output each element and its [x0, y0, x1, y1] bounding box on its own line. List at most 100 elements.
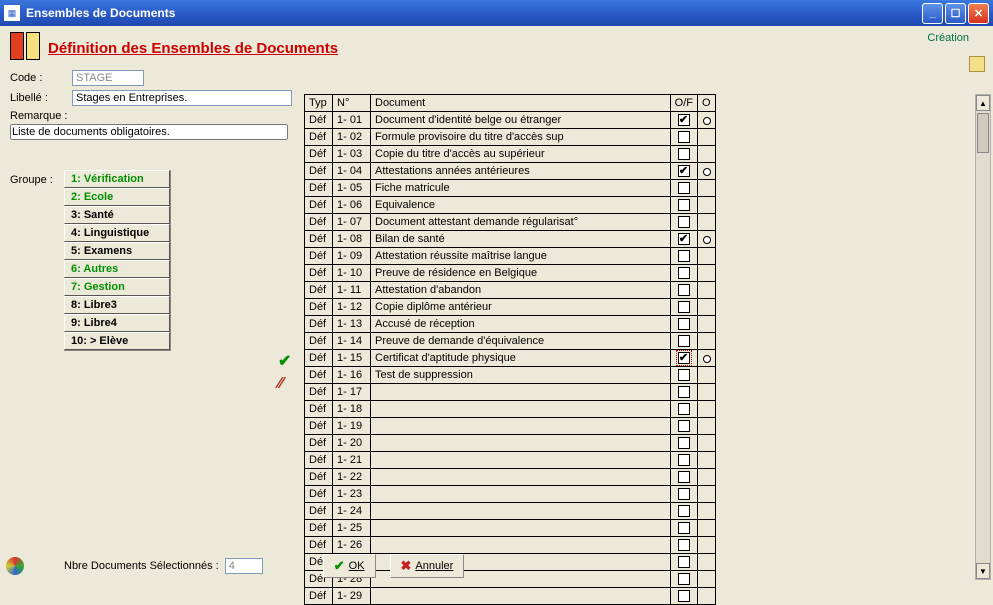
cell-of[interactable]	[670, 282, 697, 299]
checkbox-of[interactable]	[678, 522, 690, 534]
groupe-item[interactable]: 1: Vérification	[64, 170, 170, 188]
groupe-item[interactable]: 3: Santé	[64, 206, 170, 224]
table-row[interactable]: Déf1- 19	[305, 418, 716, 435]
cell-o[interactable]	[698, 452, 716, 469]
annuler-button[interactable]: ✖ Annuler	[390, 554, 465, 578]
table-row[interactable]: Déf1- 29	[305, 588, 716, 605]
cell-of[interactable]	[670, 350, 697, 367]
cell-of[interactable]	[670, 401, 697, 418]
cell-o[interactable]	[698, 537, 716, 554]
table-row[interactable]: Déf1- 18	[305, 401, 716, 418]
cell-o[interactable]	[698, 282, 716, 299]
checkbox-of[interactable]	[678, 250, 690, 262]
cell-of[interactable]	[670, 452, 697, 469]
checkbox-of[interactable]	[678, 114, 690, 126]
table-row[interactable]: Déf1- 22	[305, 469, 716, 486]
table-row[interactable]: Déf1- 02Formule provisoire du titre d'ac…	[305, 129, 716, 146]
groupe-item[interactable]: 10: > Elève	[64, 332, 170, 350]
checkbox-of[interactable]	[678, 335, 690, 347]
vertical-scrollbar[interactable]: ▲ ▼	[975, 94, 991, 580]
cell-o[interactable]	[698, 129, 716, 146]
table-row[interactable]: Déf1- 06Equivalence	[305, 197, 716, 214]
table-row[interactable]: Déf1- 21	[305, 452, 716, 469]
minimize-button[interactable]: _	[922, 3, 943, 24]
check-icon[interactable]: ✔	[278, 351, 298, 367]
table-row[interactable]: Déf1- 04Attestations années antérieures	[305, 163, 716, 180]
table-row[interactable]: Déf1- 24	[305, 503, 716, 520]
cell-o[interactable]	[698, 486, 716, 503]
cell-of[interactable]	[670, 231, 697, 248]
checkbox-of[interactable]	[678, 131, 690, 143]
groupe-item[interactable]: 6: Autres	[64, 260, 170, 278]
groupe-item[interactable]: 9: Libre4	[64, 314, 170, 332]
groupe-item[interactable]: 7: Gestion	[64, 278, 170, 296]
table-row[interactable]: Déf1- 16Test de suppression	[305, 367, 716, 384]
cell-of[interactable]	[670, 333, 697, 350]
table-row[interactable]: Déf1- 13Accusé de réception	[305, 316, 716, 333]
cell-o[interactable]	[698, 248, 716, 265]
checkbox-of[interactable]	[678, 182, 690, 194]
cell-of[interactable]	[670, 418, 697, 435]
checkbox-of[interactable]	[678, 539, 690, 551]
groupe-item[interactable]: 8: Libre3	[64, 296, 170, 314]
checkbox-of[interactable]	[678, 148, 690, 160]
cell-of[interactable]	[670, 384, 697, 401]
code-input[interactable]	[72, 70, 144, 86]
groupe-item[interactable]: 5: Examens	[64, 242, 170, 260]
checkbox-of[interactable]	[678, 352, 690, 364]
checkbox-of[interactable]	[678, 233, 690, 245]
cell-o[interactable]	[698, 469, 716, 486]
checkbox-of[interactable]	[678, 420, 690, 432]
cell-of[interactable]	[670, 367, 697, 384]
cell-of[interactable]	[670, 163, 697, 180]
cell-o[interactable]	[698, 112, 716, 129]
checkbox-of[interactable]	[678, 437, 690, 449]
cell-of[interactable]	[670, 486, 697, 503]
cell-of[interactable]	[670, 316, 697, 333]
cell-o[interactable]	[698, 163, 716, 180]
cell-o[interactable]	[698, 384, 716, 401]
cell-o[interactable]	[698, 214, 716, 231]
checkbox-of[interactable]	[678, 284, 690, 296]
cell-of[interactable]	[670, 129, 697, 146]
table-row[interactable]: Déf1- 15Certificat d'aptitude physique	[305, 350, 716, 367]
checkbox-of[interactable]	[678, 505, 690, 517]
table-row[interactable]: Déf1- 05Fiche matricule	[305, 180, 716, 197]
table-row[interactable]: Déf1- 17	[305, 384, 716, 401]
table-row[interactable]: Déf1- 08Bilan de santé	[305, 231, 716, 248]
cell-of[interactable]	[670, 520, 697, 537]
cell-o[interactable]	[698, 265, 716, 282]
cell-of[interactable]	[670, 469, 697, 486]
checkbox-of[interactable]	[678, 403, 690, 415]
radio-o[interactable]	[703, 355, 711, 363]
checkbox-of[interactable]	[678, 216, 690, 228]
close-button[interactable]: ✕	[968, 3, 989, 24]
scroll-thumb[interactable]	[977, 113, 989, 153]
table-row[interactable]: Déf1- 26	[305, 537, 716, 554]
cell-o[interactable]	[698, 503, 716, 520]
cell-of[interactable]	[670, 299, 697, 316]
cell-o[interactable]	[698, 146, 716, 163]
cell-o[interactable]	[698, 197, 716, 214]
libelle-input[interactable]	[72, 90, 292, 106]
table-row[interactable]: Déf1- 07Document attestant demande régul…	[305, 214, 716, 231]
radio-o[interactable]	[703, 236, 711, 244]
cell-o[interactable]	[698, 520, 716, 537]
checkbox-of[interactable]	[678, 301, 690, 313]
cell-o[interactable]	[698, 350, 716, 367]
radio-o[interactable]	[703, 117, 711, 125]
table-row[interactable]: Déf1- 03Copie du titre d'accès au supéri…	[305, 146, 716, 163]
checkbox-of[interactable]	[678, 165, 690, 177]
note-icon[interactable]	[969, 56, 985, 72]
clear-icon[interactable]: ⁄⁄	[278, 375, 298, 391]
groupe-item[interactable]: 2: Ecole	[64, 188, 170, 206]
checkbox-of[interactable]	[678, 199, 690, 211]
checkbox-of[interactable]	[678, 369, 690, 381]
table-row[interactable]: Déf1- 23	[305, 486, 716, 503]
cell-o[interactable]	[698, 367, 716, 384]
cell-of[interactable]	[670, 537, 697, 554]
remarque-input[interactable]	[10, 124, 288, 140]
cell-o[interactable]	[698, 231, 716, 248]
groupe-item[interactable]: 4: Linguistique	[64, 224, 170, 242]
table-row[interactable]: Déf1- 10Preuve de résidence en Belgique	[305, 265, 716, 282]
